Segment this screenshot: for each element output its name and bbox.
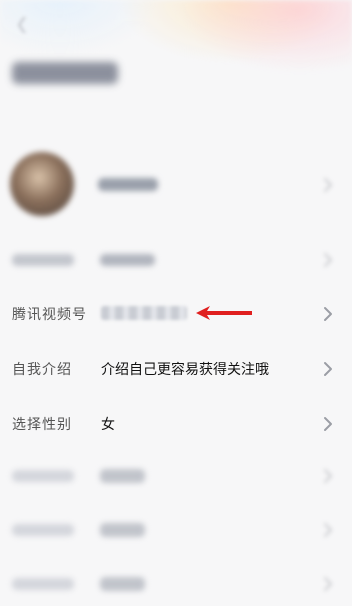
row-label-gender: 选择性别	[12, 417, 72, 433]
page-title-blurred	[12, 62, 118, 84]
nickname-blurred	[98, 178, 158, 191]
blurred-row-value	[100, 254, 155, 266]
blurred-row-value	[100, 577, 145, 591]
gender-value[interactable]: 女	[101, 414, 115, 434]
chevron-right-icon[interactable]	[322, 361, 334, 377]
blurred-row-label	[12, 470, 74, 482]
chevron-right-icon[interactable]	[322, 416, 334, 432]
blurred-row-label	[12, 524, 74, 536]
row-label-self-intro: 自我介绍	[12, 362, 72, 378]
channel-id-blurred	[101, 306, 187, 320]
chevron-right-icon[interactable]	[322, 468, 334, 484]
back-arrow-icon[interactable]: ❮	[12, 14, 32, 34]
blurred-row-label	[12, 254, 74, 266]
avatar[interactable]	[10, 152, 74, 216]
chevron-right-icon[interactable]	[322, 522, 334, 538]
edit-profile-page: ❮ 腾讯视频号 自我介绍 介绍自己更容易获得关注哦 选择性别 女	[0, 0, 352, 606]
self-intro-value[interactable]: 介绍自己更容易获得关注哦	[101, 359, 269, 379]
chevron-right-icon[interactable]	[322, 306, 334, 322]
red-arrow-icon	[194, 305, 254, 321]
blurred-row-value	[100, 523, 145, 537]
blurred-row-value	[100, 469, 145, 483]
row-label-tencent-video: 腾讯视频号	[12, 307, 87, 323]
chevron-right-icon[interactable]	[322, 252, 334, 268]
chevron-right-icon[interactable]	[322, 177, 334, 193]
blurred-row-label	[12, 578, 74, 590]
chevron-right-icon[interactable]	[322, 576, 334, 592]
